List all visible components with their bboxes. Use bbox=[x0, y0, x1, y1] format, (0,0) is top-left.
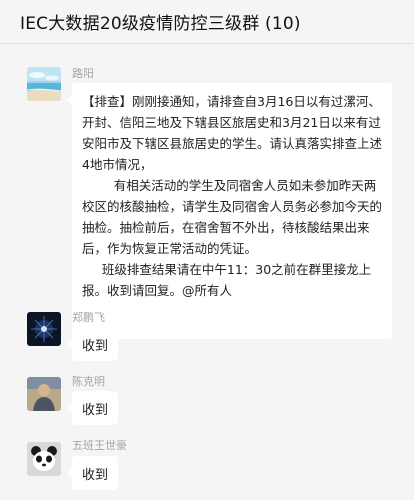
message-bubble[interactable]: 收到 bbox=[67, 456, 118, 490]
message-paragraph: 【排查】刚刚接通知，请排查自3月16日以有过漯河、开封、信阳三地及下辖县区旅居史… bbox=[82, 94, 383, 172]
sender-name: 陈克明 bbox=[72, 375, 105, 388]
sender-name: 郑鹏飞 bbox=[72, 311, 105, 324]
message-bubble[interactable]: 收到 bbox=[67, 327, 118, 361]
message-bubble[interactable]: 【排查】刚刚接通知，请排查自3月16日以有过漯河、开封、信阳三地及下辖县区旅居史… bbox=[67, 83, 392, 339]
sender-name: 路阳 bbox=[72, 67, 94, 80]
message-list[interactable]: 路阳 【排查】刚刚接通知，请排查自3月16日以有过漯河、开封、信阳三地及下辖县区… bbox=[0, 45, 414, 500]
dark-sparkle-avatar-icon[interactable] bbox=[27, 312, 61, 346]
message-paragraph: 有相关活动的学生及同宿舍人员如未参加昨天两校区的核酸抽检，请学生及同宿舍人员务必… bbox=[82, 178, 383, 256]
chat-title: IEC大数据20级疫情防控三级群 (10) bbox=[20, 14, 301, 34]
chat-header: IEC大数据20级疫情防控三级群 (10) bbox=[0, 0, 414, 44]
beach-avatar-icon[interactable] bbox=[27, 67, 61, 101]
sender-name: 五班王世豪 bbox=[72, 439, 127, 452]
panda-avatar-icon[interactable] bbox=[27, 442, 61, 476]
message-paragraph: 班级排查结果请在中午11：30之前在群里接龙上报。收到请回复。@所有人 bbox=[82, 262, 372, 298]
person-photo-avatar-icon[interactable] bbox=[27, 377, 61, 411]
message-bubble[interactable]: 收到 bbox=[67, 391, 118, 425]
